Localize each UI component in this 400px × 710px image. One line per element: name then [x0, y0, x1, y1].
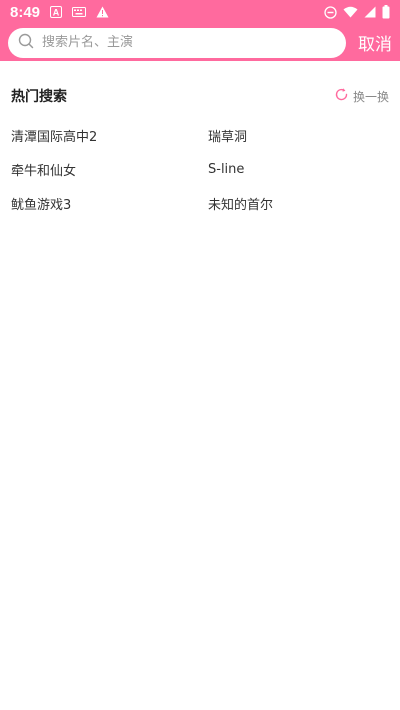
keyboard-icon: [72, 7, 87, 17]
hot-search-item[interactable]: 瑞草洞: [208, 118, 389, 152]
refresh-label: 换一换: [352, 89, 389, 104]
text-a-icon: A: [50, 6, 63, 18]
search-box[interactable]: [8, 27, 346, 58]
refresh-icon: [334, 87, 349, 105]
refresh-button[interactable]: 换一换: [334, 87, 389, 105]
battery-icon: [382, 5, 390, 19]
hot-search-item[interactable]: 鱿鱼游戏3: [11, 186, 208, 220]
warning-icon: [96, 6, 109, 18]
status-bar: 8:49 A: [0, 0, 400, 24]
hot-search-grid: 清潭国际高中2 瑞草洞 牵牛和仙女 S-line 鱿鱼游戏3 未知的首尔: [0, 118, 400, 220]
signal-icon: [364, 6, 376, 18]
do-not-disturb-icon: [324, 5, 337, 19]
hot-search-item[interactable]: 牵牛和仙女: [11, 152, 208, 186]
search-icon: [18, 33, 34, 53]
svg-text:A: A: [53, 8, 60, 18]
hot-search-item[interactable]: 未知的首尔: [208, 186, 389, 220]
hot-search-header: 热门搜索 换一换: [0, 82, 400, 110]
hot-search-title: 热门搜索: [11, 89, 67, 105]
hot-search-item[interactable]: S-line: [208, 152, 389, 186]
search-header: 取消: [0, 24, 400, 61]
cancel-button[interactable]: 取消: [358, 30, 392, 55]
hot-search-section: 热门搜索 换一换 清潭国际高中2 瑞草洞 牵牛和仙女 S-line 鱿鱼游戏3 …: [0, 82, 400, 220]
hot-search-item[interactable]: 清潭国际高中2: [11, 118, 208, 152]
wifi-icon: [343, 6, 358, 18]
status-time: 8:49: [10, 3, 41, 21]
search-input[interactable]: [42, 30, 336, 55]
